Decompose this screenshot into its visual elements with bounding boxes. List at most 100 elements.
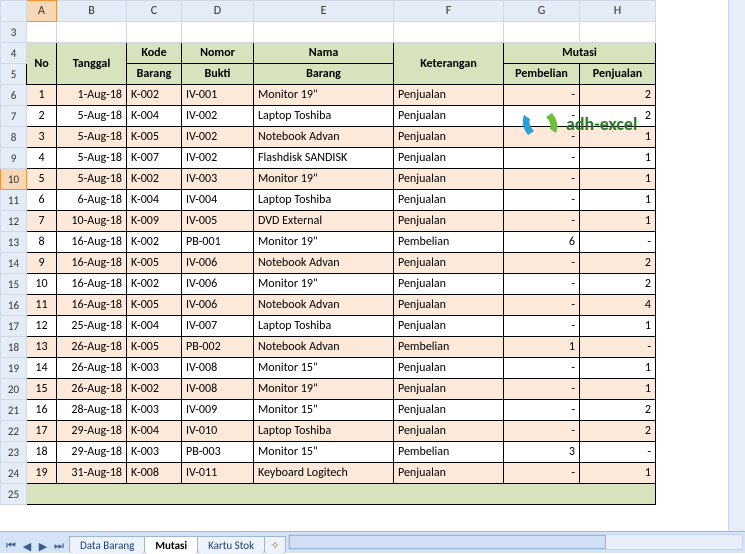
cell-ket[interactable]: Penjualan: [394, 274, 504, 295]
row-header[interactable]: 19: [1, 358, 27, 379]
row-header[interactable]: 22: [1, 421, 27, 442]
cell-kode[interactable]: K-003: [127, 358, 182, 379]
sheet-tab-data-barang[interactable]: Data Barang: [69, 536, 145, 554]
row-header[interactable]: 9: [1, 148, 27, 169]
scroll-thumb[interactable]: [289, 535, 606, 549]
row-header[interactable]: 8: [1, 127, 27, 148]
cell-bukti[interactable]: IV-006: [182, 295, 254, 316]
row-header[interactable]: 12: [1, 211, 27, 232]
cell-bukti[interactable]: PB-003: [182, 442, 254, 463]
cell-no[interactable]: 9: [27, 253, 57, 274]
cell-kode[interactable]: K-002: [127, 232, 182, 253]
cell-nama[interactable]: Laptop Toshiba: [254, 190, 394, 211]
cell-tanggal[interactable]: 31-Aug-18: [57, 463, 127, 484]
cell-no[interactable]: 12: [27, 316, 57, 337]
cell-bukti[interactable]: IV-008: [182, 358, 254, 379]
cell-jual[interactable]: -: [580, 442, 656, 463]
cell-bukti[interactable]: IV-005: [182, 211, 254, 232]
cell-beli[interactable]: -: [504, 106, 580, 127]
cell-kode[interactable]: K-003: [127, 400, 182, 421]
cell-jual[interactable]: -: [580, 337, 656, 358]
cell-beli[interactable]: -: [504, 148, 580, 169]
cell-kode[interactable]: K-007: [127, 148, 182, 169]
cell-bukti[interactable]: IV-001: [182, 85, 254, 106]
row-header[interactable]: 24: [1, 463, 27, 484]
cell-ket[interactable]: Penjualan: [394, 127, 504, 148]
cell-no[interactable]: 18: [27, 442, 57, 463]
cell-beli[interactable]: -: [504, 400, 580, 421]
cell-jual[interactable]: 1: [580, 190, 656, 211]
col-header-E[interactable]: E: [254, 1, 394, 22]
cell-ket[interactable]: Pembelian: [394, 442, 504, 463]
cell-bukti[interactable]: IV-006: [182, 274, 254, 295]
cell-ket[interactable]: Penjualan: [394, 190, 504, 211]
cell-tanggal[interactable]: 25-Aug-18: [57, 316, 127, 337]
sheet-tab-kartu-stok[interactable]: Kartu Stok: [197, 536, 265, 554]
cell-nama[interactable]: Laptop Toshiba: [254, 421, 394, 442]
row-header[interactable]: 5: [1, 64, 27, 85]
col-header-A[interactable]: A: [27, 1, 57, 22]
cell-no[interactable]: 2: [27, 106, 57, 127]
row-header[interactable]: 18: [1, 337, 27, 358]
row-header[interactable]: 14: [1, 253, 27, 274]
cell-jual[interactable]: 2: [580, 400, 656, 421]
cell-bukti[interactable]: IV-002: [182, 148, 254, 169]
vertical-scrollbar[interactable]: [728, 0, 745, 531]
cell-ket[interactable]: Pembelian: [394, 232, 504, 253]
cell-nama[interactable]: Keyboard Logitech: [254, 463, 394, 484]
cell-jual[interactable]: 1: [580, 148, 656, 169]
cell-ket[interactable]: Penjualan: [394, 148, 504, 169]
cell-beli[interactable]: 3: [504, 442, 580, 463]
cell-jual[interactable]: 1: [580, 169, 656, 190]
cell-bukti[interactable]: IV-007: [182, 316, 254, 337]
cell-nama[interactable]: Monitor 15": [254, 442, 394, 463]
cell-kode[interactable]: K-005: [127, 295, 182, 316]
col-header-D[interactable]: D: [182, 1, 254, 22]
cell-jual[interactable]: 2: [580, 85, 656, 106]
cell-kode[interactable]: K-002: [127, 274, 182, 295]
cell-jual[interactable]: 2: [580, 421, 656, 442]
cell-beli[interactable]: -: [504, 463, 580, 484]
cell-no[interactable]: 6: [27, 190, 57, 211]
cell-no[interactable]: 16: [27, 400, 57, 421]
cell-beli[interactable]: -: [504, 358, 580, 379]
cell-tanggal[interactable]: 5-Aug-18: [57, 169, 127, 190]
cell-bukti[interactable]: IV-006: [182, 253, 254, 274]
cell-tanggal[interactable]: 29-Aug-18: [57, 442, 127, 463]
cell-beli[interactable]: -: [504, 274, 580, 295]
cell-kode[interactable]: K-002: [127, 379, 182, 400]
tab-nav-last-icon[interactable]: ⏭: [52, 539, 66, 553]
row-header[interactable]: 16: [1, 295, 27, 316]
row-header[interactable]: 7: [1, 106, 27, 127]
cell-kode[interactable]: K-002: [127, 85, 182, 106]
cell-jual[interactable]: 4: [580, 295, 656, 316]
cell-no[interactable]: 5: [27, 169, 57, 190]
cell-nama[interactable]: Notebook Advan: [254, 253, 394, 274]
cell-jual[interactable]: 1: [580, 316, 656, 337]
cell-nama[interactable]: Monitor 15": [254, 400, 394, 421]
cell-ket[interactable]: Penjualan: [394, 169, 504, 190]
cell-no[interactable]: 17: [27, 421, 57, 442]
cell-kode[interactable]: K-005: [127, 337, 182, 358]
cell-bukti[interactable]: IV-002: [182, 127, 254, 148]
select-all-corner[interactable]: [1, 1, 27, 22]
cell-tanggal[interactable]: 16-Aug-18: [57, 295, 127, 316]
cell-bukti[interactable]: IV-004: [182, 190, 254, 211]
cell-nama[interactable]: Monitor 19": [254, 85, 394, 106]
cell-jual[interactable]: 1: [580, 211, 656, 232]
tab-nav-first-icon[interactable]: ⏮: [4, 539, 18, 553]
cell-no[interactable]: 14: [27, 358, 57, 379]
cell-jual[interactable]: 2: [580, 106, 656, 127]
col-header-G[interactable]: G: [504, 1, 580, 22]
cell-no[interactable]: 7: [27, 211, 57, 232]
row-header[interactable]: 10: [1, 169, 27, 190]
cell-bukti[interactable]: IV-008: [182, 379, 254, 400]
cell-no[interactable]: 19: [27, 463, 57, 484]
cell-no[interactable]: 4: [27, 148, 57, 169]
col-header-C[interactable]: C: [127, 1, 182, 22]
cell-nama[interactable]: Notebook Advan: [254, 337, 394, 358]
cell-nama[interactable]: Monitor 19": [254, 379, 394, 400]
tab-nav-prev-icon[interactable]: ◀: [20, 539, 34, 553]
cell-tanggal[interactable]: 28-Aug-18: [57, 400, 127, 421]
cell-beli[interactable]: -: [504, 379, 580, 400]
